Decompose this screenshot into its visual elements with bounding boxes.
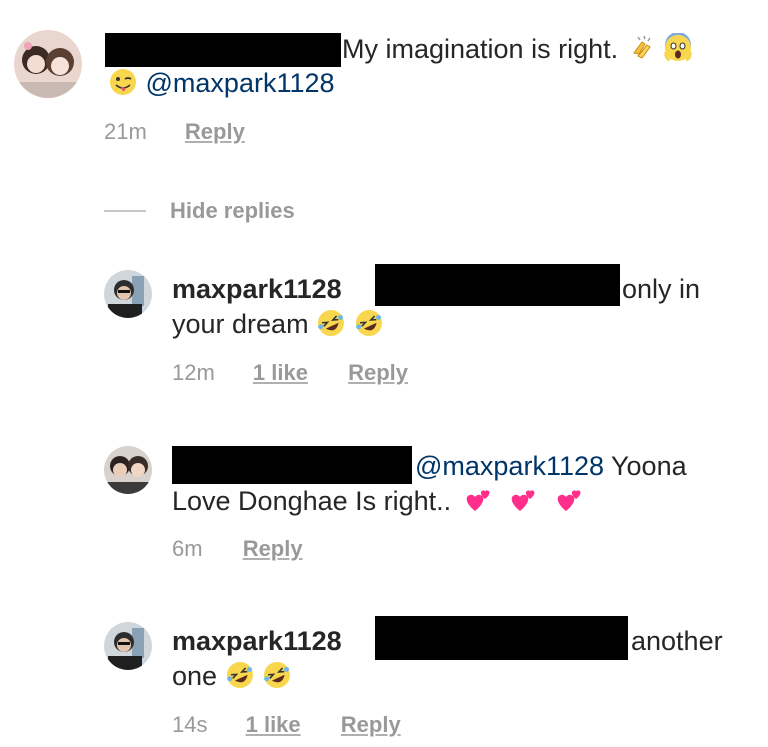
avatar-photo-icon xyxy=(104,270,152,318)
divider xyxy=(104,210,146,212)
screaming-face-icon xyxy=(663,32,693,63)
avatar[interactable] xyxy=(104,622,152,670)
username-link[interactable]: maxpark1128 xyxy=(172,274,342,304)
rofl-face-icon xyxy=(354,308,384,338)
reply-text-line-2: one xyxy=(172,659,292,693)
username-link[interactable]: maxpark1128 xyxy=(172,626,342,656)
reply-text: Yoona xyxy=(611,451,687,481)
reply-button[interactable]: Reply xyxy=(185,118,245,146)
reply-text-line-2: your dream xyxy=(172,307,384,341)
mention-link[interactable]: @maxpark1128 xyxy=(415,451,604,481)
reply-meta: 14s 1 like Reply xyxy=(172,711,401,739)
reply-text: only in xyxy=(622,274,701,304)
hide-replies-label: Hide replies xyxy=(170,198,295,223)
redacted-username xyxy=(172,446,412,484)
hide-replies-toggle[interactable]: Hide replies xyxy=(104,196,295,226)
redacted-mention xyxy=(375,264,620,306)
two-hearts-icon xyxy=(463,485,493,515)
avatar[interactable] xyxy=(104,446,152,494)
winking-tongue-face-icon xyxy=(108,67,138,97)
reply-button[interactable]: Reply xyxy=(341,711,401,739)
comment-text-line-2: @maxpark1128 xyxy=(108,66,335,100)
reply-meta: 12m 1 like Reply xyxy=(172,359,408,387)
avatar[interactable] xyxy=(14,30,82,98)
reply-text: another xyxy=(631,626,723,656)
avatar-photo-icon xyxy=(104,622,152,670)
reply-text: one xyxy=(172,661,218,691)
likes-link[interactable]: 1 like xyxy=(246,711,301,739)
mention-link[interactable]: @maxpark1128 xyxy=(146,68,335,98)
reply-text-line-1: maxpark1128 xyxy=(172,624,342,658)
reply-button[interactable]: Reply xyxy=(348,359,408,387)
reply-button[interactable]: Reply xyxy=(243,535,303,563)
avatar-photo-icon xyxy=(14,30,82,98)
comment-text-line-1: My imagination is right. xyxy=(342,32,693,66)
reply-text-line-1: maxpark1128 xyxy=(172,272,342,306)
likes-link[interactable]: 1 like xyxy=(253,359,308,387)
rofl-face-icon xyxy=(316,308,346,338)
reply-text-tail: only in xyxy=(622,272,700,306)
clapping-hands-icon xyxy=(626,33,656,63)
two-hearts-icon xyxy=(554,485,584,515)
timestamp: 21m xyxy=(104,119,147,144)
reply-text: your dream xyxy=(172,309,309,339)
reply-text-line-1: @maxpark1128 Yoona xyxy=(415,449,687,483)
avatar[interactable] xyxy=(104,270,152,318)
reply-text-tail: another xyxy=(631,624,723,658)
timestamp: 12m xyxy=(172,360,215,385)
redacted-mention xyxy=(375,616,628,660)
redacted-username xyxy=(105,33,341,67)
timestamp: 14s xyxy=(172,712,208,737)
comment-meta: 21m Reply xyxy=(104,118,245,146)
comment-text: My imagination is right. xyxy=(342,34,619,64)
reply-meta: 6m Reply xyxy=(172,535,303,563)
avatar-photo-icon xyxy=(104,446,152,494)
two-hearts-icon xyxy=(508,485,538,515)
rofl-face-icon xyxy=(225,660,255,690)
timestamp: 6m xyxy=(172,536,203,561)
rofl-face-icon xyxy=(262,660,292,690)
reply-text: Love Donghae Is right.. xyxy=(172,486,452,516)
reply-text-line-2: Love Donghae Is right.. xyxy=(172,484,584,518)
